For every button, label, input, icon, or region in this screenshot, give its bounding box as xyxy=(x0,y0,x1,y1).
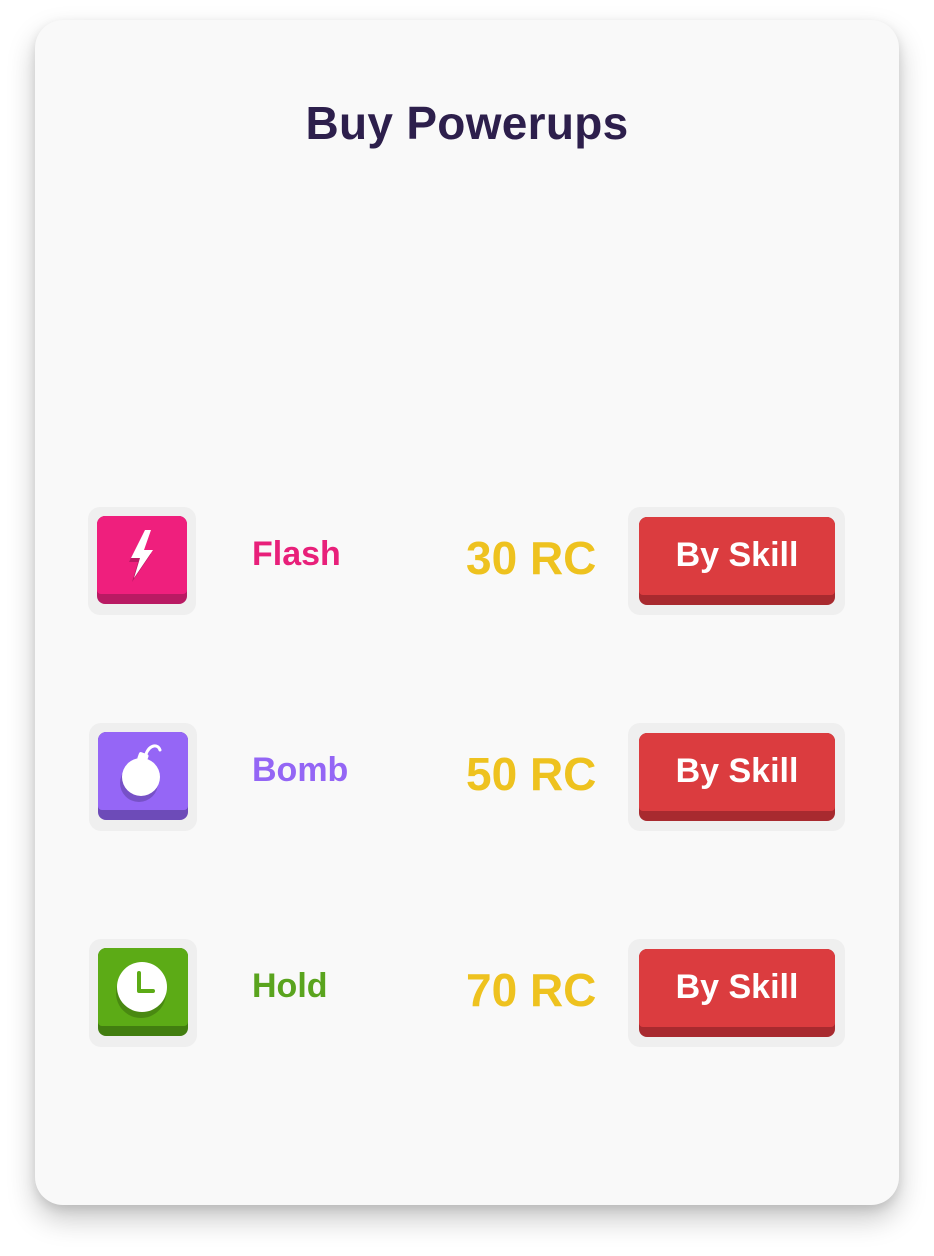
buy-button-label: By Skill xyxy=(675,752,799,790)
powerup-price: 50 RC xyxy=(466,748,597,800)
powerup-row-flash: Flash 30 RC By Skill xyxy=(0,507,934,617)
buy-button-frame: By Skill xyxy=(628,939,845,1047)
powerup-row-hold: Hold 70 RC By Skill xyxy=(0,939,934,1049)
buy-button-frame: By Skill xyxy=(628,723,845,831)
powerup-row-bomb: Bomb 50 RC By Skill xyxy=(0,723,934,833)
powerup-price: 30 RC xyxy=(466,532,597,584)
buy-button-label: By Skill xyxy=(675,968,799,1006)
buy-button-frame: By Skill xyxy=(628,507,845,615)
powerup-price: 70 RC xyxy=(466,964,597,1016)
powerup-name: Hold xyxy=(252,967,328,1005)
powerup-name: Bomb xyxy=(252,751,349,789)
powerup-name: Flash xyxy=(252,535,341,573)
powerup-icon-frame xyxy=(89,939,197,1047)
bomb-icon xyxy=(98,732,188,820)
powerup-icon-frame xyxy=(89,723,197,831)
buy-bomb-button[interactable]: By Skill xyxy=(639,733,835,821)
powerup-icon-frame xyxy=(88,507,196,615)
buy-hold-button[interactable]: By Skill xyxy=(639,949,835,1037)
clock-icon xyxy=(98,948,188,1036)
buy-flash-button[interactable]: By Skill xyxy=(639,517,835,605)
lightning-icon xyxy=(97,516,187,604)
buy-button-label: By Skill xyxy=(675,536,799,574)
page-title: Buy Powerups xyxy=(305,97,629,149)
